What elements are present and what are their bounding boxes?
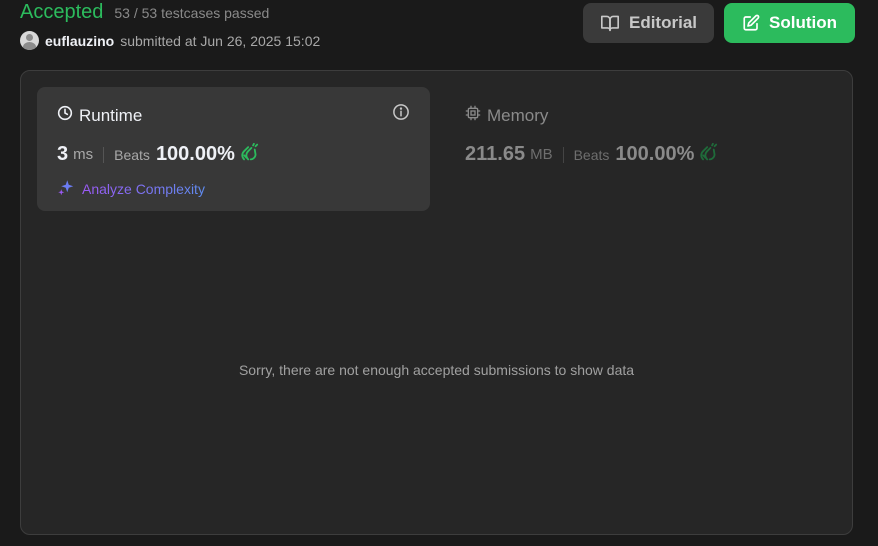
memory-unit: MB xyxy=(530,146,553,163)
editorial-button[interactable]: Editorial xyxy=(583,3,714,43)
solution-label: Solution xyxy=(769,13,837,32)
submitter-info: euflauzino submitted at Jun 26, 2025 15:… xyxy=(20,31,320,50)
analyze-complexity-link[interactable]: Analyze Complexity xyxy=(57,178,205,199)
editorial-label: Editorial xyxy=(628,13,697,32)
runtime-label: Runtime xyxy=(79,105,143,125)
runtime-unit: ms xyxy=(73,146,94,163)
memory-header: Memory xyxy=(465,105,548,126)
runtime-header: Runtime xyxy=(57,105,142,126)
memory-value: 211.65 xyxy=(465,143,526,165)
memory-beats-label: Beats xyxy=(573,146,610,163)
info-icon[interactable] xyxy=(392,103,410,126)
submitted-time: submitted at Jun 26, 2025 15:02 xyxy=(120,32,321,49)
memory-label: Memory xyxy=(487,105,549,125)
no-data-message: Sorry, there are not enough accepted sub… xyxy=(238,362,635,378)
runtime-beats-value: 100.00% xyxy=(155,143,235,165)
book-icon xyxy=(600,14,620,32)
avatar[interactable] xyxy=(20,31,39,50)
clap-icon xyxy=(698,142,718,166)
sparkle-icon xyxy=(57,178,76,199)
memory-metric: 211.65 MB Beats 100.00% xyxy=(465,142,718,166)
edit-icon xyxy=(742,14,760,32)
memory-beats-value: 100.00% xyxy=(615,143,695,165)
runtime-value: 3 xyxy=(57,143,69,165)
clock-icon xyxy=(57,105,73,126)
divider xyxy=(103,146,105,163)
solution-button[interactable]: Solution xyxy=(724,3,855,43)
divider xyxy=(562,146,564,163)
username-link[interactable]: euflauzino xyxy=(45,33,114,49)
chip-icon xyxy=(465,105,481,126)
analyze-complexity-label: Analyze Complexity xyxy=(82,180,205,197)
runtime-metric: 3 ms Beats 100.00% xyxy=(57,142,259,166)
runtime-beats-label: Beats xyxy=(114,146,150,163)
runtime-card[interactable]: Runtime 3 ms Beats 100.00% Analyze Compl… xyxy=(37,87,430,211)
result-panel: Runtime 3 ms Beats 100.00% Analyze Compl… xyxy=(20,70,853,535)
testcases-passed: 53 / 53 testcases passed xyxy=(114,5,270,21)
submission-result-page: Accepted 53 / 53 testcases passed euflau… xyxy=(0,0,878,546)
memory-card[interactable]: Memory 211.65 MB Beats 100.00% xyxy=(465,87,825,211)
status-header: Accepted 53 / 53 testcases passed xyxy=(20,0,269,24)
status-title: Accepted xyxy=(20,1,104,23)
clap-icon xyxy=(239,142,259,166)
